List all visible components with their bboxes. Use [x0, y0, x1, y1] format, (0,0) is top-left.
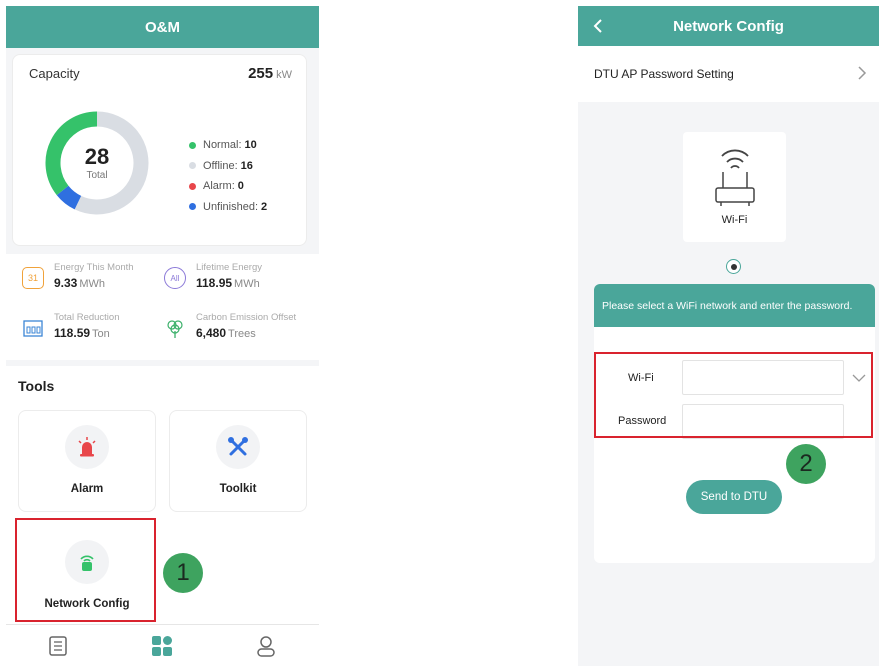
stat-label: Carbon Emission Offset	[196, 312, 297, 323]
highlight-wifi-form	[594, 352, 873, 438]
total-label: Total	[86, 169, 108, 181]
donut-center: 28 Total	[41, 107, 153, 219]
stat-label: Lifetime Energy	[196, 262, 263, 273]
tree-icon	[164, 317, 186, 339]
legend-unfinished: Unfinished: 2	[189, 197, 267, 218]
capacity-label: Capacity	[29, 66, 80, 81]
user-icon[interactable]	[254, 634, 278, 658]
wifi-option-card[interactable]: Wi-Fi	[683, 132, 786, 242]
page-title: Network Config	[673, 17, 784, 35]
stat-carbon-offset: Carbon Emission Offset 6,480 Trees	[164, 312, 296, 340]
alarm-icon	[65, 425, 109, 469]
capacity-value: 255 kW	[248, 65, 292, 82]
stat-label: Total Reduction	[54, 312, 120, 323]
legend-normal: Normal: 10	[189, 135, 267, 156]
back-icon[interactable]	[588, 16, 608, 36]
legend-dot	[189, 182, 196, 190]
legend-offline: Offline: 16	[189, 156, 267, 177]
wifi-option-label: Wi-Fi	[721, 214, 748, 226]
legend-dot	[189, 203, 196, 211]
toolkit-tool[interactable]: Toolkit	[169, 410, 307, 512]
legend-dot	[189, 141, 196, 149]
step-badge-2: 2	[786, 444, 826, 484]
send-to-dtu-button[interactable]: Send to DTU	[686, 480, 782, 514]
capacity-card[interactable]: Capacity 255 kW 28 Total Normal: 10 Offlin…	[12, 54, 307, 246]
stat-lifetime-energy: All Lifetime Energy 118.95 MWh	[164, 262, 262, 290]
stat-value: 6,480 Trees	[196, 326, 256, 340]
network-config-screen: Network Config DTU AP Password Setting W…	[578, 6, 879, 666]
step-badge-1: 1	[163, 553, 203, 593]
stat-value: 118.59 Ton	[54, 326, 110, 340]
tool-label: Alarm	[70, 483, 104, 495]
chevron-right-icon	[857, 65, 867, 84]
stat-value: 9.33 MWh	[54, 276, 106, 290]
status-legend: Normal: 10 Offline: 16 Alarm: 0 Unfinished:…	[189, 135, 267, 217]
report-icon[interactable]	[46, 634, 70, 658]
legend-alarm: Alarm: 0	[189, 176, 267, 197]
router-icon	[714, 149, 755, 206]
app-header: O&M	[6, 6, 319, 48]
toolkit-icon	[216, 425, 260, 469]
stat-label: Energy This Month	[54, 262, 134, 273]
stat-total-reduction: Total Reduction 118.59 Ton	[22, 312, 119, 340]
radio-selected-dot	[730, 263, 737, 270]
setting-label: DTU AP Password Setting	[594, 67, 734, 81]
energy-stats: 31 Energy This Month 9.33 MWh All Lifetime…	[6, 254, 319, 360]
apps-icon[interactable]	[150, 634, 174, 658]
alarm-tool[interactable]: Alarm	[18, 410, 156, 512]
legend-dot	[189, 162, 196, 170]
bottom-tab-bar	[6, 624, 319, 666]
total-count: 28	[84, 143, 110, 169]
form-instruction: Please select a WiFi network and enter t…	[594, 284, 875, 327]
calendar-icon: 31	[22, 267, 44, 289]
tool-label: Toolkit	[219, 483, 257, 495]
wifi-radio[interactable]	[726, 259, 741, 274]
dtu-ap-password-setting[interactable]: DTU AP Password Setting	[578, 46, 879, 102]
highlight-network-config	[15, 518, 156, 622]
factory-icon	[22, 317, 44, 339]
capacity-unit: kW	[276, 69, 292, 81]
all-icon: All	[164, 267, 186, 289]
tools-title: Tools	[18, 378, 55, 394]
stat-value: 118.95 MWh	[196, 276, 260, 290]
app-header: Network Config	[578, 6, 879, 46]
stat-energy-this-month: 31 Energy This Month 9.33 MWh	[22, 262, 134, 290]
page-title: O&M	[145, 18, 180, 36]
